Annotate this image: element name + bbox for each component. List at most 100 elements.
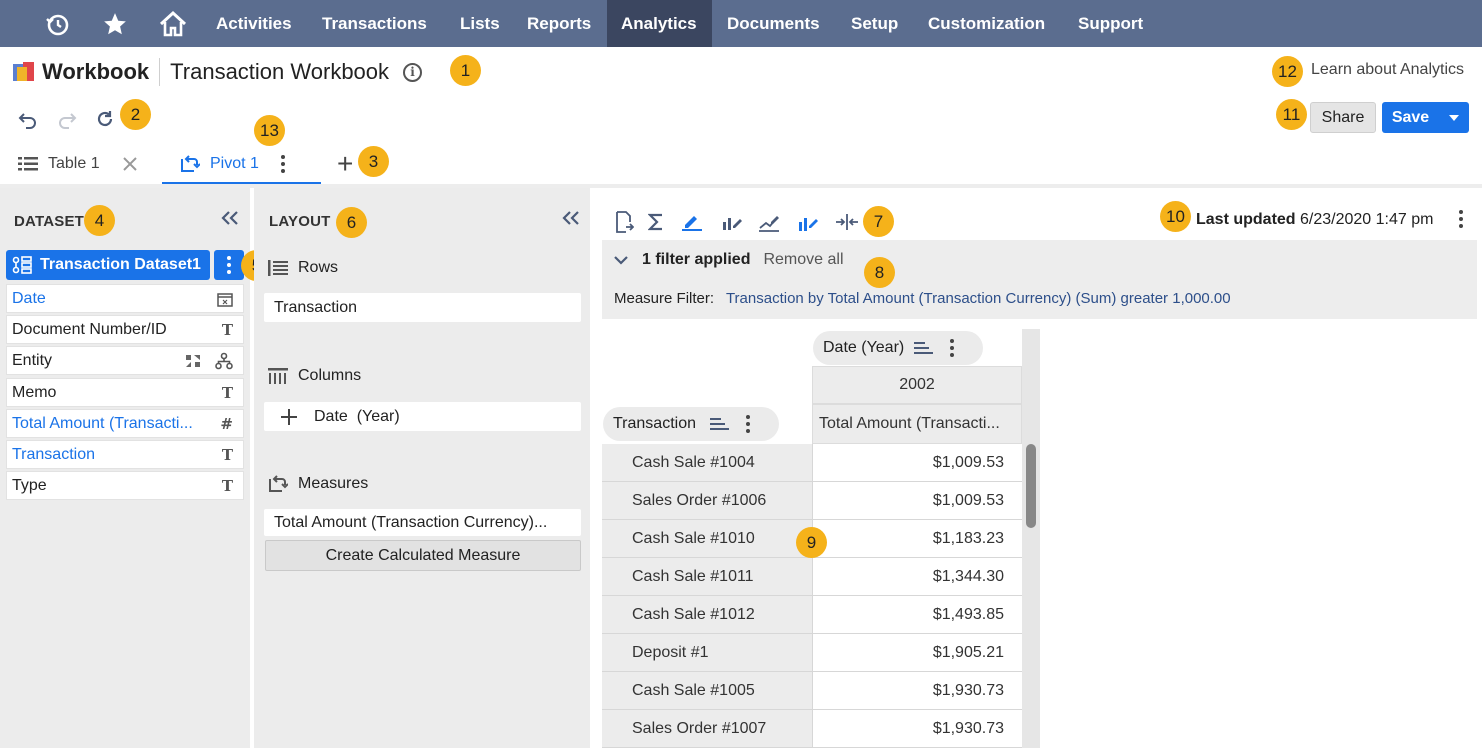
shuffle-icon	[186, 355, 200, 367]
save-button[interactable]: Save	[1382, 102, 1469, 133]
table-row-label[interactable]: Cash Sale #1004	[602, 444, 812, 482]
last-updated-label: Last updated	[1196, 211, 1296, 228]
collapse-dataset-icon[interactable]	[221, 210, 239, 231]
row-field-pill-label: Transaction	[613, 415, 696, 432]
rows-label: Rows	[298, 259, 339, 276]
create-calculated-measure-button[interactable]: Create Calculated Measure	[265, 540, 581, 571]
nav-activities[interactable]: Activities	[202, 0, 306, 47]
tab-pivot-1[interactable]: Pivot 1	[180, 146, 285, 182]
tab-menu-icon[interactable]	[280, 155, 285, 173]
star-icon[interactable]	[92, 0, 138, 47]
measures-label: Measures	[298, 475, 369, 492]
nav-lists[interactable]: Lists	[446, 0, 514, 47]
text-type-icon: T	[221, 477, 233, 495]
sort-icon[interactable]	[710, 417, 730, 431]
text-type-icon: T	[221, 321, 233, 339]
sigma-icon[interactable]	[644, 210, 668, 234]
table-row-label[interactable]: Cash Sale #1012	[602, 596, 812, 634]
column-field-pill[interactable]: Date (Year)	[813, 331, 983, 365]
nav-setup[interactable]: Setup	[837, 0, 912, 47]
last-updated-value: 6/23/2020 1:47 pm	[1300, 211, 1434, 228]
chart-edit-icon[interactable]	[720, 210, 744, 234]
table-row-value[interactable]: $1,905.21	[812, 634, 1022, 672]
columns-slot[interactable]: Date (Year)	[264, 402, 581, 431]
measure-filter-value[interactable]: Transaction by Total Amount (Transaction…	[726, 290, 1231, 307]
pivot-scrollbar-track[interactable]	[1022, 329, 1040, 748]
table-row-value[interactable]: $1,183.23	[812, 520, 1022, 558]
table-row-label[interactable]: Deposit #1	[602, 634, 812, 672]
workbook-title: Transaction Workbook	[170, 59, 390, 84]
row-field-menu-icon[interactable]	[746, 415, 750, 433]
layout-panel-title: LAYOUT	[269, 213, 331, 230]
tab-table-1[interactable]: Table 1	[18, 146, 138, 182]
field-date[interactable]: Date	[6, 284, 244, 313]
redo-icon[interactable]	[56, 108, 78, 130]
pivot-scrollbar-thumb[interactable]	[1026, 444, 1036, 528]
field-transaction[interactable]: Transaction T	[6, 440, 244, 469]
callout-badge-7: 7	[863, 206, 894, 237]
measures-slot[interactable]: Total Amount (Transaction Currency)...	[264, 509, 581, 536]
add-tab-button[interactable]: +	[337, 146, 353, 182]
nav-support[interactable]: Support	[1064, 0, 1157, 47]
nav-documents[interactable]: Documents	[713, 0, 834, 47]
nav-analytics[interactable]: Analytics	[607, 0, 712, 47]
callout-badge-10: 10	[1160, 201, 1191, 232]
pivot-icon	[181, 155, 200, 172]
row-field-pill[interactable]: Transaction	[603, 407, 779, 441]
table-row-label[interactable]: Cash Sale #1011	[602, 558, 812, 596]
close-icon[interactable]	[122, 156, 138, 172]
table-row-value[interactable]: $1,930.73	[812, 710, 1022, 748]
callout-badge-8: 8	[864, 257, 895, 288]
nav-transactions[interactable]: Transactions	[308, 0, 441, 47]
history-icon[interactable]	[34, 0, 80, 47]
refresh-icon[interactable]	[94, 108, 116, 130]
nav-customization[interactable]: Customization	[914, 0, 1059, 47]
highlight-edit-icon[interactable]	[680, 210, 704, 234]
rows-slot[interactable]: Transaction	[264, 293, 581, 322]
field-entity[interactable]: Entity	[6, 346, 244, 375]
more-options-icon[interactable]	[1459, 210, 1463, 228]
dataset-chip[interactable]: Transaction Dataset1	[6, 250, 210, 280]
field-type[interactable]: Type T	[6, 471, 244, 500]
export-icon[interactable]	[612, 210, 636, 234]
table-row-label[interactable]: Sales Order #1007	[602, 710, 812, 748]
columns-section-header: Columns	[268, 367, 361, 385]
table-row-label[interactable]: Cash Sale #1005	[602, 672, 812, 710]
table-row-value[interactable]: $1,009.53	[812, 444, 1022, 482]
table-row-value[interactable]: $1,493.85	[812, 596, 1022, 634]
callout-badge-12: 12	[1272, 56, 1303, 87]
table-row-label[interactable]: Sales Order #1006	[602, 482, 812, 520]
line-edit-icon[interactable]	[757, 210, 781, 234]
collapse-layout-icon[interactable]	[562, 210, 580, 231]
chevron-down-icon[interactable]	[1439, 114, 1469, 121]
dataset-panel-title: DATASET	[14, 213, 85, 230]
nav-reports[interactable]: Reports	[513, 0, 605, 47]
filter-header: 1 filter applied Remove all	[614, 251, 844, 269]
rows-section-header: Rows	[268, 259, 338, 277]
collapse-columns-icon[interactable]	[835, 210, 859, 234]
table-row-label[interactable]: Cash Sale #1010	[602, 520, 812, 558]
learn-about-analytics-link[interactable]: Learn about Analytics	[1311, 61, 1464, 79]
measure-column-header[interactable]: Total Amount (Transacti...	[812, 404, 1022, 444]
plus-icon[interactable]	[280, 408, 298, 426]
table-row-value[interactable]: $1,344.30	[812, 558, 1022, 596]
chart-add-icon[interactable]	[796, 210, 820, 234]
chevron-down-icon[interactable]	[614, 255, 628, 265]
table-row-value[interactable]: $1,930.73	[812, 672, 1022, 710]
undo-icon[interactable]	[17, 108, 39, 130]
home-icon[interactable]	[150, 0, 196, 47]
sort-icon[interactable]	[914, 341, 934, 355]
tab-table-1-label: Table 1	[48, 155, 100, 172]
dataset-menu-icon[interactable]	[214, 250, 244, 280]
field-memo[interactable]: Memo T	[6, 378, 244, 407]
column-field-menu-icon[interactable]	[950, 339, 955, 357]
field-total-amount[interactable]: Total Amount (Transacti... #	[6, 409, 244, 438]
last-updated: Last updated 6/23/2020 1:47 pm	[1196, 211, 1433, 229]
pivot-measures-icon	[268, 475, 290, 493]
field-document-number[interactable]: Document Number/ID T	[6, 315, 244, 344]
table-row-value[interactable]: $1,009.53	[812, 482, 1022, 520]
info-icon[interactable]: i	[403, 62, 423, 82]
filter-count[interactable]: 1 filter applied	[642, 251, 750, 269]
share-button[interactable]: Share	[1310, 102, 1376, 133]
remove-all-filters-link[interactable]: Remove all	[763, 251, 843, 269]
